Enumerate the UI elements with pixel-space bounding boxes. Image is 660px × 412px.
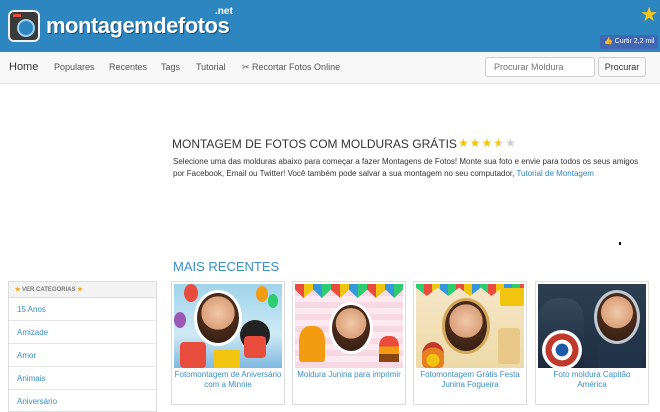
categories-header[interactable]: ★ VER CATEGORIAS ★ (9, 282, 156, 298)
half-star-icon: ★ (493, 136, 506, 150)
star-icon[interactable]: ★ (640, 2, 658, 27)
category-item[interactable]: Amor (9, 344, 156, 367)
frame-thumbnail[interactable] (174, 284, 282, 368)
tutorial-link[interactable]: Tutorial de Montagem (516, 169, 594, 178)
nav-home[interactable]: Home (9, 52, 38, 82)
nav-recentes[interactable]: Recentes (109, 52, 147, 82)
cursor-mark (619, 242, 621, 245)
nav-tags[interactable]: Tags (161, 52, 180, 82)
star-icon: ★ (481, 136, 494, 150)
top-bar: montagemdefotos .net ★ 👍 Curtir 2,2 mil (0, 0, 660, 52)
categories-header-label: VER CATEGORIAS (22, 287, 76, 293)
nav-populares[interactable]: Populares (54, 52, 95, 82)
search-input[interactable] (485, 57, 595, 77)
star-icon: ★ (458, 136, 470, 150)
card-caption[interactable]: Fotomontagem de Aniversário com a Minnie (174, 370, 282, 390)
categories-panel: ★ VER CATEGORIAS ★ 15 Anos Amizade Amor … (8, 281, 157, 412)
site-logo[interactable]: montagemdefotos .net (8, 6, 233, 44)
card-caption[interactable]: Moldura Junina para imprimir (295, 370, 403, 380)
category-item[interactable]: 15 Anos (9, 298, 156, 321)
nav-recortar-fotos[interactable]: ✂ Recortar Fotos Online (242, 52, 340, 82)
page-title: MONTAGEM DE FOTOS COM MOLDURAS GRÁTIS (172, 137, 457, 151)
frame-card[interactable]: Foto moldura Capitão América (535, 281, 649, 405)
recent-section-title: MAIS RECENTES (173, 259, 280, 274)
star-rating[interactable]: ★★★★★ (458, 136, 517, 150)
like-label: Curtir 2,2 mil (614, 38, 655, 45)
card-caption[interactable]: Foto moldura Capitão América (538, 370, 646, 390)
intro-text: Selecione uma das molduras abaixo para c… (173, 156, 648, 180)
logo-tld: .net (215, 6, 233, 17)
camera-icon (8, 10, 40, 42)
star-icon: ★ (469, 136, 482, 150)
frame-card[interactable]: Fotomontagem Grátis Festa Junina Fogueir… (413, 281, 527, 405)
frame-card[interactable]: Fotomontagem de Aniversário com a Minnie (171, 281, 285, 405)
card-caption[interactable]: Fotomontagem Grátis Festa Junina Fogueir… (416, 370, 524, 390)
thumbs-up-icon: 👍 (604, 38, 615, 45)
category-item[interactable]: Amizade (9, 321, 156, 344)
star-icon: ★ (505, 136, 517, 150)
facebook-like-button[interactable]: 👍 Curtir 2,2 mil (600, 35, 659, 49)
frame-thumbnail[interactable] (416, 284, 524, 368)
frame-card[interactable]: Moldura Junina para imprimir (292, 281, 406, 405)
logo-text: montagemdefotos (46, 13, 230, 38)
nav-tutorial[interactable]: Tutorial (196, 52, 226, 82)
category-item[interactable]: Animais (9, 367, 156, 390)
category-item[interactable]: Aniversário (9, 390, 156, 411)
search-button[interactable]: Procurar (598, 57, 646, 77)
frame-thumbnail[interactable] (295, 284, 403, 368)
star-icon: ★ (75, 287, 83, 293)
star-icon: ★ (15, 287, 23, 293)
frame-thumbnail[interactable] (538, 284, 646, 368)
